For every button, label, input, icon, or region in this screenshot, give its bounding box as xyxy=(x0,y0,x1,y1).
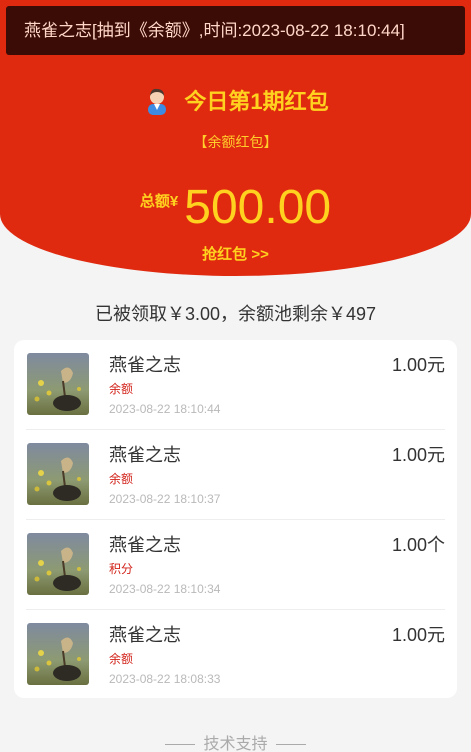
footer-divider-left xyxy=(165,744,196,746)
record-reward-type: 余额 xyxy=(109,652,134,666)
list-item: 燕雀之志积分 2023-08-22 18:10:34 1.00个 xyxy=(14,520,457,610)
footer-divider-right xyxy=(275,744,306,746)
total-amount-value: 500.00 xyxy=(184,181,332,234)
footer-text[interactable]: 技术支持 xyxy=(203,736,267,752)
record-amount: 1.00元 xyxy=(391,625,445,645)
record-timestamp: 2023-08-22 18:10:44 xyxy=(109,402,221,416)
list-item: 燕雀之志余额 2023-08-22 18:08:33 1.00元 xyxy=(14,610,457,698)
packet-title-row: 今日第1期红包 xyxy=(0,82,471,118)
packet-type-label: 【余额红包】 xyxy=(193,134,278,150)
list-item: 燕雀之志余额 2023-08-22 18:10:37 1.00元 xyxy=(14,430,457,520)
record-user-name: 燕雀之志 xyxy=(109,535,181,555)
record-reward-type: 余额 xyxy=(109,472,134,486)
red-packet-banner: 燕雀之志[抽到《余额》,时间:2023-08-22 18:10:44] 今日第1… xyxy=(0,0,471,276)
user-avatar-image xyxy=(27,353,89,415)
red-packet-page: 燕雀之志[抽到《余额》,时间:2023-08-22 18:10:44] 今日第1… xyxy=(0,0,471,752)
record-timestamp: 2023-08-22 18:10:34 xyxy=(109,582,221,596)
record-reward-type: 积分 xyxy=(109,562,134,576)
record-timestamp: 2023-08-22 18:10:37 xyxy=(109,492,221,506)
claim-record-list: 燕雀之志 余额 2023-08-22 18:10:44 1.00元 燕雀之志 余额 2023… xyxy=(14,340,457,698)
grab-packet-link[interactable]: 抢红包 >> xyxy=(0,243,471,264)
record-reward-type: 余额 xyxy=(109,382,134,396)
user-avatar-image xyxy=(27,623,89,685)
total-amount-row: 总额¥ 500.00 xyxy=(0,180,471,236)
user-avatar-image xyxy=(27,443,89,505)
record-user-name: 燕雀之志 xyxy=(109,625,181,645)
record-timestamp: 2023-08-22 18:08:33 xyxy=(109,672,221,686)
record-amount: 1.00个 xyxy=(391,535,445,555)
user-avatar-icon xyxy=(148,88,167,115)
record-user-name: 燕雀之志 xyxy=(109,445,181,465)
record-amount: 1.00元 xyxy=(391,445,445,465)
user-avatar-image xyxy=(27,533,89,595)
claim-summary: 已被领取￥3.00，余额池剩余￥497 xyxy=(94,304,377,324)
total-amount-label: 总额¥ xyxy=(139,193,179,210)
record-amount: 1.00元 xyxy=(391,355,445,375)
ticker-text: 燕雀之志[抽到《余额》,时间:2023-08-22 18:10:44] xyxy=(24,21,405,40)
winner-ticker: 燕雀之志[抽到《余额》,时间:2023-08-22 18:10:44] xyxy=(6,6,465,55)
tech-support-footer: 技术支持 xyxy=(0,730,471,752)
packet-title: 今日第1期红包 xyxy=(184,89,329,114)
record-user-name: 燕雀之志 xyxy=(109,355,181,375)
list-item: 燕雀之志余额 2023-08-22 18:10:44 1.00元 xyxy=(14,340,457,430)
